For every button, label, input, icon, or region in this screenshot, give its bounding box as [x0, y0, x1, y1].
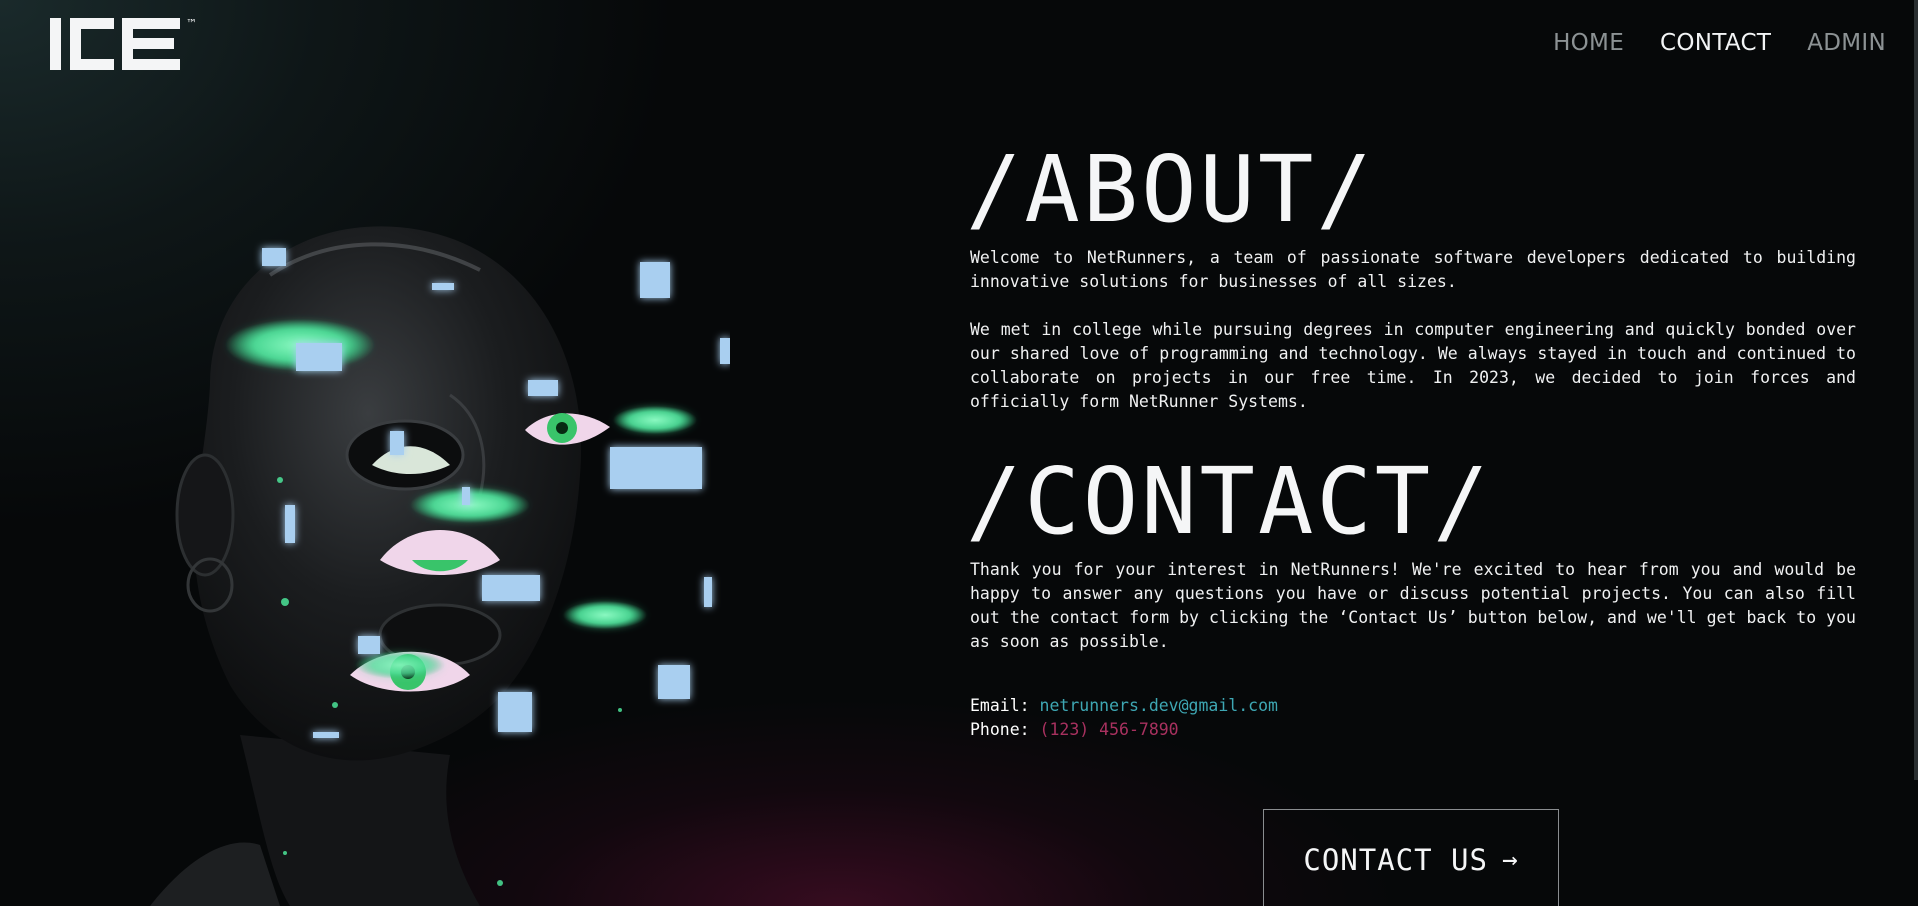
contact-details: Email: netrunners.dev@gmail.com Phone: (… [970, 694, 1856, 742]
nav-admin[interactable]: ADMIN [1807, 30, 1886, 56]
nav-home[interactable]: HOME [1553, 30, 1624, 56]
email-link[interactable]: netrunners.dev@gmail.com [1040, 696, 1278, 715]
email-label: Email: [970, 696, 1030, 715]
phone-line: Phone: (123) 456-7890 [970, 718, 1856, 742]
main-content: /ABOUT/ Welcome to NetRunners, a team of… [966, 140, 1856, 742]
contact-paragraph: Thank you for your interest in NetRunner… [970, 560, 1856, 651]
phone-link[interactable]: (123) 456-7890 [1040, 720, 1179, 739]
contact-us-label: CONTACT US [1303, 843, 1488, 877]
trademark-mark: ™ [186, 17, 197, 30]
about-paragraph-2: We met in college while pursuing degrees… [970, 320, 1856, 411]
contact-heading: /CONTACT/ [966, 448, 1492, 555]
contact-us-button[interactable]: CONTACT US → [1263, 809, 1559, 906]
about-paragraph-1: Welcome to NetRunners, a team of passion… [970, 248, 1856, 291]
phone-label: Phone: [970, 720, 1030, 739]
page-scrollbar[interactable] [1914, 0, 1918, 780]
about-heading: /ABOUT/ [966, 136, 1375, 243]
nav-contact[interactable]: CONTACT [1660, 30, 1771, 56]
arrow-right-icon: → [1501, 845, 1519, 875]
hero-head-illustration [150, 226, 730, 906]
main-nav: HOME CONTACT ADMIN [1553, 30, 1886, 56]
ice-logo[interactable]: ™ [48, 14, 204, 74]
email-line: Email: netrunners.dev@gmail.com [970, 694, 1856, 718]
